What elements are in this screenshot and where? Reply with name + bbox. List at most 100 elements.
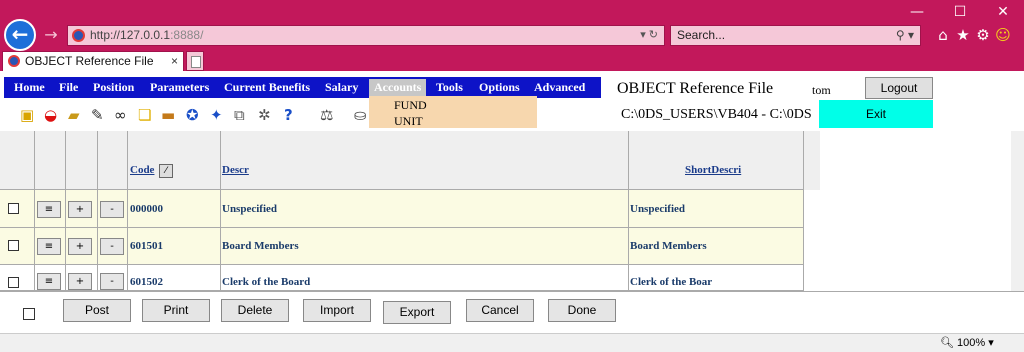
menu-position[interactable]: Position [93, 80, 134, 95]
browser-right-icons: ⌂ ★ ⚙ ☺ [933, 26, 1019, 46]
info-icon[interactable]: ▣ [20, 106, 34, 124]
row-descr: Unspecified [222, 203, 277, 215]
menu-home[interactable]: Home [14, 80, 45, 95]
help-icon[interactable]: ? [284, 106, 293, 124]
header-select-cell [0, 131, 35, 190]
tab-close-icon[interactable]: × [171, 52, 178, 70]
column-shortdescri-header[interactable]: ShortDescri [685, 164, 741, 176]
home-icon[interactable]: ⌂ [933, 26, 953, 44]
search-placeholder: Search... [677, 28, 726, 42]
row-code-cell: 000000 [128, 190, 221, 228]
stack-icon[interactable]: ⧉ [234, 106, 245, 124]
menu-options[interactable]: Options [479, 80, 520, 95]
bug-icon[interactable]: ✲ [258, 106, 271, 124]
close-window-icon[interactable]: ✕ [983, 2, 1023, 22]
row-menu-button[interactable]: ≡ [37, 273, 61, 290]
menu-advanced[interactable]: Advanced [534, 80, 585, 95]
row-shortdescri: Unspecified [630, 203, 685, 215]
post-button[interactable]: Post [63, 299, 131, 322]
row-code: 601502 [130, 276, 163, 288]
db-path: C:\0DS_USERS\VB404 - C:\0DS [621, 107, 812, 122]
row-add-button[interactable]: + [68, 273, 92, 290]
search-icon[interactable]: ⚲ ▾ [896, 26, 914, 45]
delete-button[interactable]: Delete [221, 299, 289, 322]
open-folder-icon[interactable]: ▰ [68, 106, 80, 124]
column-code-header[interactable]: Code [130, 164, 154, 176]
site-favicon-icon [72, 29, 85, 42]
row-menu-cell: ≡ [35, 265, 66, 291]
menu-salary[interactable]: Salary [325, 80, 358, 95]
address-bar[interactable]: http://127.0.0.1:8888/ ▾ ↻ [67, 25, 665, 46]
page-title: OBJECT Reference File [617, 80, 774, 97]
table-row [0, 190, 35, 228]
import-button[interactable]: Import [303, 299, 371, 322]
row-add-cell: + [66, 228, 98, 265]
row-checkbox[interactable] [8, 203, 19, 214]
row-code-cell: 601501 [128, 228, 221, 265]
edit-pen-icon[interactable]: ✎ [91, 106, 104, 124]
forward-button[interactable]: → [40, 24, 62, 46]
row-descr-cell: Clerk of the Board [221, 265, 629, 291]
menu-parameters[interactable]: Parameters [150, 80, 209, 95]
sofa-icon[interactable]: ▬ [161, 106, 175, 124]
notes-icon[interactable]: ❏ [138, 106, 151, 124]
maximize-icon[interactable]: ☐ [940, 2, 980, 22]
column-descr-header[interactable]: Descr [222, 164, 249, 176]
zoom-icon: 🔍︎ [940, 337, 954, 349]
row-checkbox[interactable] [8, 240, 19, 251]
menu-accounts[interactable]: Accounts [369, 79, 427, 97]
globe-icon[interactable]: ✪ [186, 106, 199, 124]
row-add-button[interactable]: + [68, 238, 92, 255]
row-descr-cell: Unspecified [221, 190, 629, 228]
export-button[interactable]: Export [383, 301, 451, 324]
cancel-button[interactable]: Cancel [466, 299, 534, 322]
menu-file[interactable]: File [59, 80, 78, 95]
row-short-cell: Board Members [629, 228, 804, 265]
zoom-control[interactable]: 🔍︎ 100% ▾ [940, 336, 994, 349]
select-all-checkbox[interactable] [23, 308, 35, 320]
status-bar: 🔍︎ 100% ▾ [0, 333, 1024, 352]
row-shortdescri: Board Members [630, 240, 707, 252]
menu-tools[interactable]: Tools [436, 80, 463, 95]
row-remove-button[interactable]: - [100, 201, 124, 218]
row-shortdescri: Clerk of the Boar [630, 276, 713, 288]
row-descr: Clerk of the Board [222, 276, 311, 288]
new-tab-button[interactable] [186, 51, 204, 71]
minimize-icon[interactable]: — [897, 2, 937, 22]
logout-button[interactable]: Logout [865, 77, 933, 99]
sort-icon[interactable]: ⁄ [159, 164, 173, 178]
done-button[interactable]: Done [548, 299, 616, 322]
network-icon[interactable]: ✦ [210, 106, 223, 124]
menu-bar: Home File Position Parameters Current Be… [4, 77, 601, 98]
bag-icon[interactable]: ⛀ [354, 106, 367, 124]
row-checkbox[interactable] [8, 277, 19, 288]
scale-icon[interactable]: ⚖ [320, 106, 333, 124]
vertical-scrollbar[interactable] [1011, 131, 1024, 291]
row-code: 000000 [130, 203, 163, 215]
row-short-cell: Unspecified [629, 190, 804, 228]
row-add-cell: + [66, 190, 98, 228]
table-row [0, 228, 35, 265]
menu-current-benefits[interactable]: Current Benefits [224, 80, 310, 95]
tab-object-reference[interactable]: OBJECT Reference File × [2, 51, 184, 71]
row-short-cell: Clerk of the Boar [629, 265, 804, 291]
address-url: http://127.0.0.1:8888/ [90, 28, 204, 42]
row-remove-button[interactable]: - [100, 273, 124, 290]
binoculars-icon[interactable]: ∞ [114, 106, 127, 124]
header-short-cell: ShortDescri [629, 131, 804, 190]
row-remove-cell: - [98, 190, 128, 228]
print-button[interactable]: Print [142, 299, 210, 322]
address-tools[interactable]: ▾ ↻ [640, 26, 658, 45]
back-button[interactable]: ← [4, 19, 36, 51]
row-remove-button[interactable]: - [100, 238, 124, 255]
row-menu-button[interactable]: ≡ [37, 201, 61, 218]
favorites-star-icon[interactable]: ★ [953, 26, 973, 44]
row-menu-button[interactable]: ≡ [37, 238, 61, 255]
row-add-button[interactable]: + [68, 201, 92, 218]
table-row [0, 265, 35, 291]
car-icon[interactable]: ◒ [44, 106, 57, 124]
feedback-smiley-icon[interactable]: ☺ [993, 26, 1013, 44]
settings-gear-icon[interactable]: ⚙ [973, 26, 993, 44]
exit-button[interactable]: Exit [819, 100, 933, 128]
search-input[interactable]: Search... ⚲ ▾ [670, 25, 921, 46]
